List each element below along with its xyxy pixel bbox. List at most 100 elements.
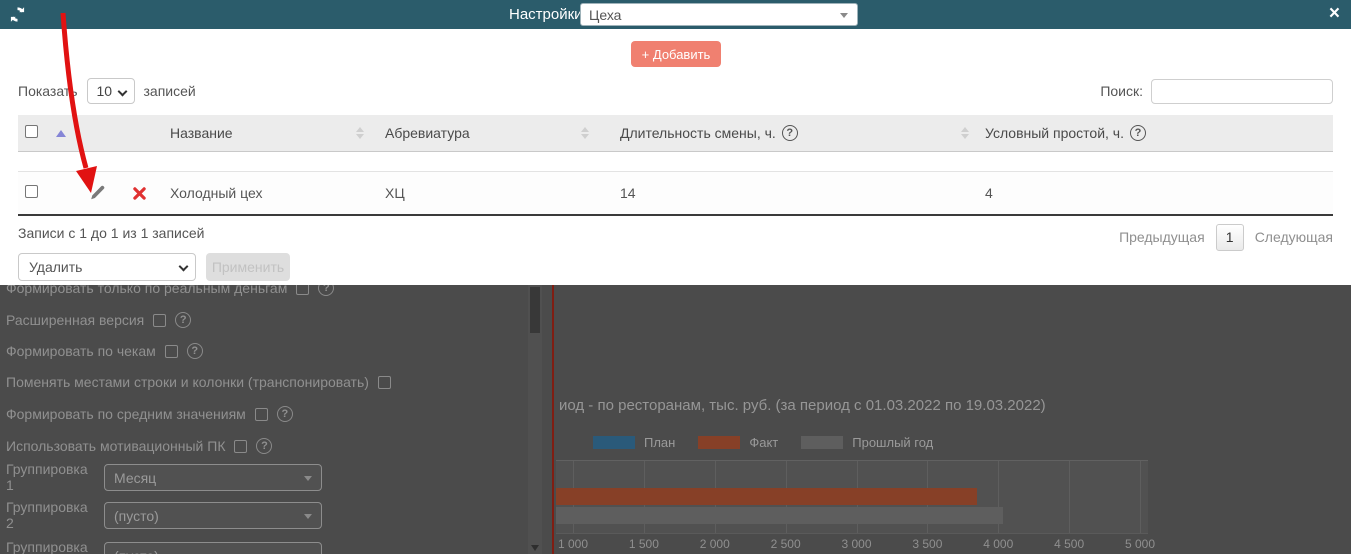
grouping-3: Группировка 3 (пусто) — [6, 539, 322, 554]
cell-shift-duration: 14 — [595, 185, 975, 201]
search-control: Поиск: — [1100, 78, 1333, 104]
option-transpose: Поменять местами строки и колонки (транс… — [6, 371, 391, 393]
dimmed-background-page: Формировать только по реальным деньгам ?… — [0, 285, 1351, 554]
chart-gridline — [1140, 461, 1141, 533]
option-real-money: Формировать только по реальным деньгам ? — [6, 285, 334, 299]
help-icon: ? — [277, 406, 293, 422]
chart-xtick-label: 2 500 — [771, 537, 801, 551]
checkbox — [165, 345, 178, 358]
chart-xtick-label: 4 000 — [983, 537, 1013, 551]
add-button[interactable]: + Добавить — [631, 41, 721, 67]
apply-button[interactable]: Применить — [206, 253, 290, 281]
row-checkbox[interactable] — [25, 185, 38, 198]
grouping-3-select: (пусто) — [104, 542, 322, 554]
close-icon[interactable]: × — [1329, 3, 1340, 25]
help-icon[interactable]: ? — [1130, 125, 1146, 141]
scrollbar-thumb[interactable] — [530, 287, 540, 333]
vertical-scrollbar[interactable] — [528, 285, 542, 554]
chart-bar-Факт — [556, 488, 977, 505]
dialog-titlebar: Настройки Цеха × — [0, 0, 1351, 29]
edit-icon[interactable] — [88, 184, 106, 202]
header-conditional-idle[interactable]: Условный простой, ч. ? — [975, 125, 1333, 141]
chart-xtick-label: 4 500 — [1054, 537, 1084, 551]
legend-swatch — [801, 436, 843, 449]
cell-name: Холодный цех — [160, 185, 370, 201]
table-spacer-row — [18, 152, 1333, 172]
legend-swatch — [698, 436, 740, 449]
chevron-down-icon — [304, 476, 312, 481]
chart-xtick-label: 1 000 — [558, 537, 588, 551]
refresh-icon[interactable] — [9, 6, 26, 23]
cell-conditional-idle: 4 — [975, 185, 1333, 201]
grouping-2-select: (пусто) — [104, 502, 322, 529]
delete-icon[interactable] — [133, 187, 146, 200]
checkbox — [255, 408, 268, 421]
chart-plot — [556, 460, 1148, 534]
page-length-select[interactable]: 10 — [87, 78, 135, 104]
chart-xtick-label: 3 000 — [841, 537, 871, 551]
bulk-actions: Удалить Применить — [18, 253, 290, 281]
help-icon[interactable]: ? — [782, 125, 798, 141]
option-motivational-pk: Использовать мотивационный ПК ? — [6, 435, 272, 457]
chart-xtick-label: 2 000 — [700, 537, 730, 551]
option-extended-version: Расширенная версия ? — [6, 309, 191, 331]
pagination-next[interactable]: Следующая — [1255, 229, 1333, 245]
help-icon: ? — [187, 343, 203, 359]
sort-icons — [356, 127, 364, 139]
sort-icons — [961, 127, 969, 139]
revenue-chart-pane: иод - по ресторанам, тыс. руб. (за перио… — [556, 285, 1351, 554]
legend-label-plan: План — [644, 435, 675, 450]
select-all-checkbox[interactable] — [25, 125, 38, 138]
help-icon: ? — [318, 285, 334, 296]
page-length-control: Показать 10 записей — [18, 78, 196, 104]
help-icon: ? — [256, 438, 272, 454]
page-length-prefix: Показать — [18, 83, 78, 99]
dialog-title: Настройки — [509, 6, 583, 23]
table-row: Холодный цех ХЦ 14 4 — [18, 172, 1333, 216]
search-input[interactable] — [1151, 79, 1333, 104]
checkbox — [153, 314, 166, 327]
sort-icons — [581, 127, 589, 139]
bulk-action-value: Удалить — [29, 259, 82, 275]
workshops-dialog-body: + Добавить Показать 10 записей Поиск: На… — [0, 29, 1351, 285]
legend-label-fact: Факт — [749, 435, 778, 450]
chart-xticks: 1 0001 5002 0002 5003 0003 5004 0004 500… — [556, 537, 1148, 553]
sort-asc-icon — [56, 130, 66, 137]
chevron-down-icon — [179, 262, 189, 272]
workshop-type-select-value: Цеха — [589, 7, 621, 23]
search-label: Поиск: — [1100, 83, 1143, 99]
chart-panel-edge — [552, 285, 554, 554]
pagination-prev[interactable]: Предыдущая — [1119, 229, 1205, 245]
grouping-1-select: Месяц — [104, 464, 322, 491]
grouping-2: Группировка 2 (пусто) — [6, 499, 322, 531]
checkbox — [234, 440, 247, 453]
checkbox — [296, 285, 309, 295]
legend-swatch — [593, 436, 635, 449]
workshop-type-select[interactable]: Цеха — [580, 3, 858, 26]
workshops-table: Название Абревиатура Длительность смены,… — [18, 115, 1333, 216]
chart-xtick-label: 1 500 — [629, 537, 659, 551]
page-length-value: 10 — [97, 83, 113, 99]
header-sort-column[interactable] — [48, 130, 160, 137]
chart-gridline — [1069, 461, 1070, 533]
pagination-page-1[interactable]: 1 — [1216, 224, 1244, 251]
chevron-down-icon — [304, 514, 312, 519]
chart-bar-Прошлый год — [556, 507, 1003, 524]
chart-xtick-label: 5 000 — [1125, 537, 1155, 551]
page-length-suffix: записей — [144, 83, 196, 99]
pagination: Предыдущая 1 Следующая — [1119, 223, 1333, 251]
checkbox — [378, 376, 391, 389]
chevron-down-icon — [840, 13, 848, 18]
legend-label-lastyear: Прошлый год — [852, 435, 933, 450]
bulk-action-select[interactable]: Удалить — [18, 253, 196, 281]
option-by-receipts: Формировать по чекам ? — [6, 340, 203, 362]
table-header-row: Название Абревиатура Длительность смены,… — [18, 115, 1333, 152]
grouping-1: Группировка 1 Месяц — [6, 461, 322, 493]
scrollbar-down-arrow[interactable] — [531, 545, 539, 551]
header-name[interactable]: Название — [160, 125, 370, 141]
chart-legend: План Факт Прошлый год — [593, 435, 947, 450]
records-info: Записи с 1 до 1 из 1 записей — [18, 225, 204, 241]
header-abbreviation[interactable]: Абревиатура — [370, 125, 595, 141]
header-shift-duration[interactable]: Длительность смены, ч. ? — [595, 125, 975, 141]
option-average-values: Формировать по средним значениям ? — [6, 403, 293, 425]
